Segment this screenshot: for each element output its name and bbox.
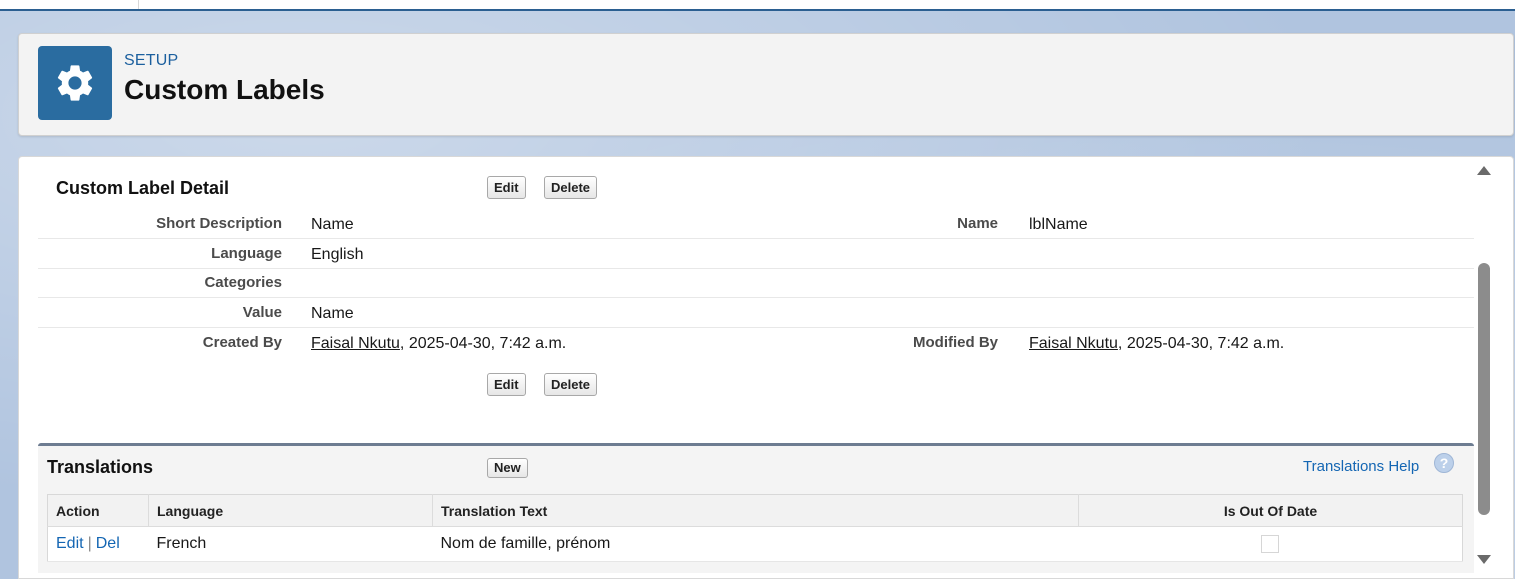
- out-of-date-checkbox: [1261, 534, 1280, 553]
- created-by-value: Faisal Nkutu, 2025-04-30, 7:42 a.m.: [311, 335, 566, 353]
- out-of-date-cell: [1078, 526, 1463, 562]
- page-title: Custom Labels: [124, 74, 325, 105]
- column-header-is-out-of-date: Is Out Of Date: [1078, 494, 1463, 527]
- detail-row-value: Value Name: [38, 298, 1474, 328]
- page-header: SETUP Custom Labels: [18, 33, 1514, 136]
- column-header-language: Language: [148, 494, 433, 527]
- created-by-user-link[interactable]: Faisal Nkutu: [311, 335, 400, 352]
- action-cell: Edit | Del: [47, 526, 149, 562]
- detail-row-short-description: Short Description Name Name lblName: [38, 209, 1474, 239]
- name-value: lblName: [1029, 216, 1088, 233]
- language-label: Language: [211, 245, 282, 262]
- delete-button-top[interactable]: Delete: [544, 176, 598, 199]
- detail-fields: Short Description Name Name lblName Lang…: [38, 209, 1474, 357]
- scroll-down-arrow-icon[interactable]: [1477, 555, 1491, 564]
- translations-related-list: Translations New Translations Help ? Act…: [38, 443, 1474, 573]
- short-description-value: Name: [311, 216, 354, 233]
- translations-help-link[interactable]: Translations Help: [1303, 458, 1419, 475]
- top-navigation-bar: [0, 0, 1515, 11]
- modified-by-date: , 2025-04-30, 7:42 a.m.: [1117, 335, 1285, 352]
- scroll-up-arrow-icon[interactable]: [1477, 166, 1491, 175]
- gear-icon: [38, 46, 112, 120]
- new-translation-button[interactable]: New: [487, 458, 528, 478]
- value-value: Name: [311, 305, 354, 322]
- edit-button-top[interactable]: Edit: [487, 176, 526, 199]
- modified-by-value: Faisal Nkutu, 2025-04-30, 7:42 a.m.: [1029, 335, 1284, 353]
- categories-label: Categories: [204, 274, 282, 291]
- created-by-label: Created By: [202, 334, 282, 351]
- translation-language-cell: French: [148, 526, 433, 562]
- column-header-action: Action: [47, 494, 149, 527]
- vertical-scrollbar[interactable]: [1477, 166, 1492, 570]
- translation-text-cell: Nom de famille, prénom: [432, 526, 1079, 562]
- translations-table: Action Language Translation Text Is Out …: [47, 494, 1463, 562]
- modified-by-user-link[interactable]: Faisal Nkutu: [1029, 335, 1118, 352]
- translations-header-row: Action Language Translation Text Is Out …: [47, 494, 1463, 527]
- translations-title: Translations: [47, 457, 154, 477]
- edit-button-bottom[interactable]: Edit: [487, 373, 526, 396]
- detail-row-created-modified: Created By Faisal Nkutu, 2025-04-30, 7:4…: [38, 328, 1474, 357]
- page-eyebrow: SETUP: [124, 52, 179, 69]
- delete-button-bottom[interactable]: Delete: [544, 373, 598, 396]
- language-value: English: [311, 246, 364, 263]
- column-header-translation-text: Translation Text: [432, 494, 1079, 527]
- detail-section-title: Custom Label Detail: [56, 178, 230, 198]
- scrollbar-thumb[interactable]: [1478, 263, 1490, 515]
- custom-label-detail-card: Custom Label Detail Edit Delete Short De…: [18, 156, 1514, 579]
- modified-by-label: Modified By: [913, 334, 998, 351]
- table-row: Edit | Del French Nom de famille, prénom: [47, 526, 1463, 562]
- short-description-label: Short Description: [156, 215, 282, 232]
- top-bar-divider: [138, 0, 139, 9]
- delete-translation-link[interactable]: Del: [96, 535, 120, 552]
- created-by-date: , 2025-04-30, 7:42 a.m.: [399, 335, 567, 352]
- action-separator: |: [87, 535, 92, 552]
- edit-translation-link[interactable]: Edit: [56, 535, 84, 552]
- value-label: Value: [242, 304, 282, 321]
- detail-row-language: Language English: [38, 239, 1474, 269]
- help-icon[interactable]: ?: [1434, 453, 1454, 473]
- name-label: Name: [957, 215, 998, 232]
- detail-row-categories: Categories: [38, 269, 1474, 298]
